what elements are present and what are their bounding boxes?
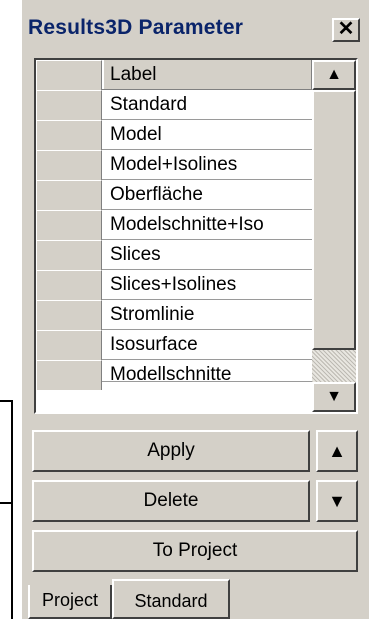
row-selector[interactable] xyxy=(36,90,102,120)
tab-project[interactable]: Project xyxy=(28,585,112,619)
grid-row[interactable]: Slices xyxy=(36,240,312,270)
grid-header-row: Label xyxy=(36,60,312,90)
tab-strip: Project Standard xyxy=(28,578,368,619)
to-project-button[interactable]: To Project xyxy=(32,530,358,572)
scroll-thumb[interactable] xyxy=(312,90,356,350)
triangle-down-icon: ▼ xyxy=(328,491,346,511)
column-header-label[interactable]: Label xyxy=(104,60,312,89)
grid-vertical-scrollbar[interactable]: ▲ ▼ xyxy=(312,60,356,412)
scroll-track[interactable] xyxy=(312,350,356,382)
close-icon: ✕ xyxy=(337,18,355,40)
grid-row[interactable]: Slices+Isolines xyxy=(36,270,312,300)
grid-row[interactable]: Modellschnitte xyxy=(36,360,312,390)
grid-cell-label[interactable]: Standard xyxy=(104,90,312,119)
grid-cell-label[interactable]: Stromlinie xyxy=(104,300,312,329)
move-down-button[interactable]: ▼ xyxy=(316,480,358,522)
row-selector[interactable] xyxy=(36,360,102,390)
row-header-corner xyxy=(36,60,102,90)
annotation-bracket xyxy=(11,400,13,619)
close-button[interactable]: ✕ xyxy=(332,18,360,42)
grid-row[interactable]: Model+Isolines xyxy=(36,150,312,180)
triangle-down-icon: ▼ xyxy=(326,388,342,405)
row-selector[interactable] xyxy=(36,180,102,210)
annotation-bracket-top xyxy=(0,400,13,402)
grid-row[interactable]: Modelschnitte+Iso xyxy=(36,210,312,240)
row-selector[interactable] xyxy=(36,240,102,270)
scroll-up-button[interactable]: ▲ xyxy=(312,60,356,90)
grid-cell-label[interactable]: Modellschnitte xyxy=(104,360,312,389)
row-selector[interactable] xyxy=(36,150,102,180)
grid-cell-label[interactable]: Isosurface xyxy=(104,330,312,359)
grid-cell-label[interactable]: Slices+Isolines xyxy=(104,270,312,299)
row-selector[interactable] xyxy=(36,270,102,300)
grid-cell-label[interactable]: Model xyxy=(104,120,312,149)
tab-standard[interactable]: Standard xyxy=(112,579,230,619)
row-selector[interactable] xyxy=(36,210,102,240)
grid-row[interactable]: Stromlinie xyxy=(36,300,312,330)
grid-row[interactable]: Oberfläche xyxy=(36,180,312,210)
grid-row[interactable]: Standard xyxy=(36,90,312,120)
grid-cell-label[interactable]: Model+Isolines xyxy=(104,150,312,179)
grid-cell-label[interactable]: Oberfläche xyxy=(104,180,312,209)
apply-button[interactable]: Apply xyxy=(32,430,310,472)
triangle-up-icon: ▲ xyxy=(326,66,342,83)
label-grid: Label Standard Model Model+Isolines Ober… xyxy=(34,58,358,414)
triangle-up-icon: ▲ xyxy=(328,441,346,461)
grid-row[interactable]: Isosurface xyxy=(36,330,312,360)
move-up-button[interactable]: ▲ xyxy=(316,430,358,472)
annotation-bracket-bottom xyxy=(0,502,13,504)
grid-cell-label[interactable]: Modelschnitte+Iso xyxy=(104,210,312,239)
grid-cell-label[interactable]: Slices xyxy=(104,240,312,269)
delete-button[interactable]: Delete xyxy=(32,480,310,522)
row-selector[interactable] xyxy=(36,330,102,360)
panel-title: Results3D Parameter xyxy=(28,16,244,39)
scroll-down-button[interactable]: ▼ xyxy=(312,382,356,412)
row-selector[interactable] xyxy=(36,120,102,150)
title-bar[interactable]: Results3D Parameter ✕ xyxy=(26,6,366,46)
row-selector[interactable] xyxy=(36,300,102,330)
results3d-parameter-panel: Results3D Parameter ✕ Label Standard Mod… xyxy=(20,0,369,619)
grid-row[interactable]: Model xyxy=(36,120,312,150)
